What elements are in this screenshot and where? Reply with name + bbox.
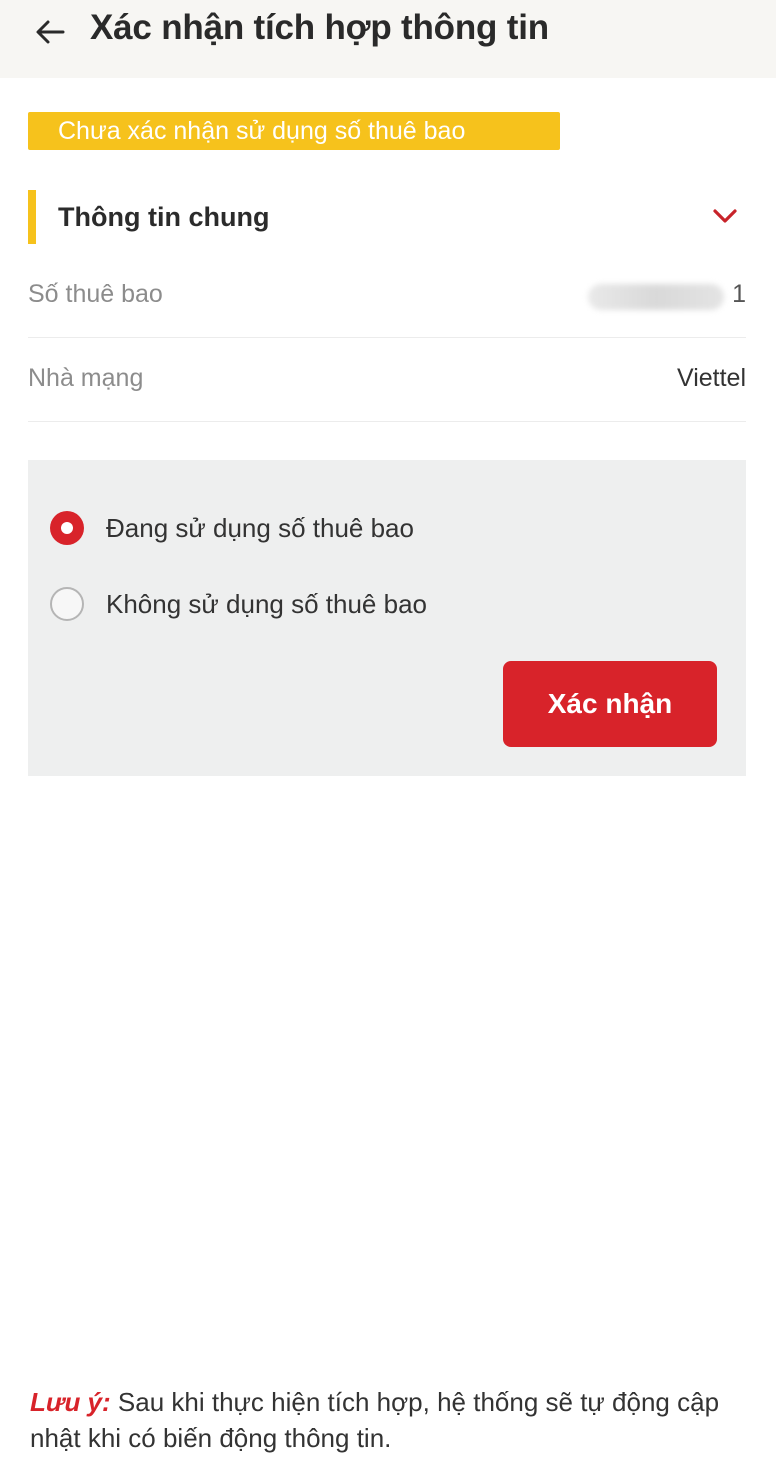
status-badge: Chưa xác nhận sử dụng số thuê bao [28,112,560,150]
chevron-down-icon[interactable] [712,206,738,226]
radio-label-using: Đang sử dụng số thuê bao [106,512,414,543]
radio-option-using[interactable]: Đang sử dụng số thuê bao [50,508,414,548]
note-label: Lưu ý: [30,1387,111,1417]
section-title: Thông tin chung [58,202,270,232]
section-general-info-header[interactable]: Thông tin chung [28,190,746,244]
carrier-label: Nhà mạng [28,364,144,392]
section-accent-bar [28,190,36,244]
radio-label-not-using: Không sử dụng số thuê bao [106,588,427,619]
radio-selected-icon[interactable] [50,511,84,545]
radio-unselected-icon[interactable] [50,587,84,621]
confirm-button[interactable]: Xác nhận [503,661,717,747]
radio-option-not-using[interactable]: Không sử dụng số thuê bao [50,584,427,624]
arrow-left-icon [36,20,65,44]
page-title: Xác nhận tích hợp thông tin [90,8,549,47]
phone-number-redacted [588,284,724,310]
note-body: Sau khi thực hiện tích hợp, hệ thống sẽ … [30,1387,720,1453]
app-header: Xác nhận tích hợp thông tin [0,0,776,78]
info-row-phone: Số thuê bao 1 [28,254,746,338]
carrier-value: Viettel [676,364,746,392]
back-button[interactable] [30,12,70,52]
info-row-carrier: Nhà mạng Viettel [28,338,746,422]
phone-number-tail: 1 [732,280,746,308]
note-text: Lưu ý: Sau khi thực hiện tích hợp, hệ th… [30,1384,746,1456]
phone-label: Số thuê bao [28,280,163,308]
